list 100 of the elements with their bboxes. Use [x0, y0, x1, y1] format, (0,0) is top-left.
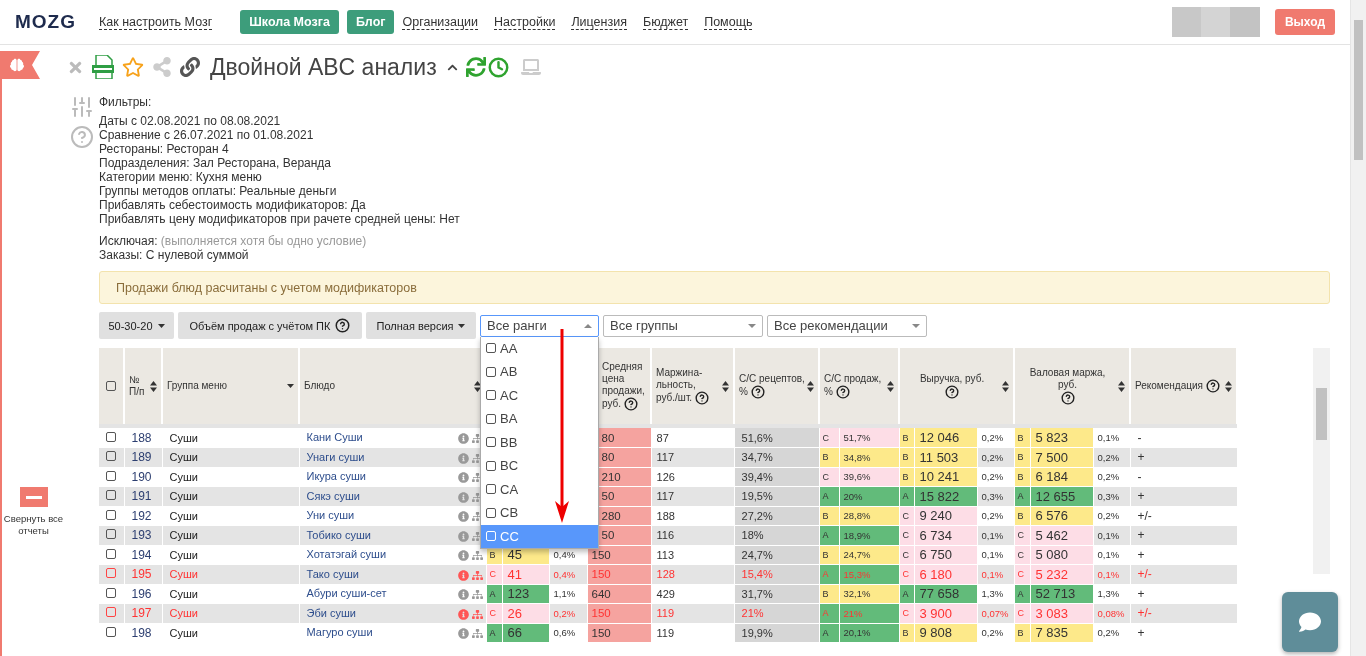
checkbox[interactable]	[106, 451, 116, 462]
checkbox[interactable]	[106, 381, 116, 391]
dish-link[interactable]: Сякэ суши	[306, 489, 360, 502]
info-icon[interactable]	[457, 550, 469, 562]
refresh-icon[interactable]	[465, 57, 486, 77]
dropdown-option[interactable]: CB	[481, 501, 598, 525]
checkbox[interactable]	[106, 490, 116, 501]
checkbox[interactable]	[106, 626, 116, 637]
nav-link[interactable]: Организации	[402, 14, 479, 30]
checkbox[interactable]	[106, 607, 116, 618]
dish-link[interactable]: Тобико суши	[306, 528, 371, 541]
toolbar-button[interactable]: Полная версия	[366, 312, 476, 339]
hierarchy-icon[interactable]	[471, 628, 483, 640]
logo[interactable]: MOZG	[15, 11, 99, 33]
checkbox[interactable]	[486, 366, 496, 377]
column-header[interactable]: С/С продаж, %	[819, 348, 900, 424]
scrollbar[interactable]	[1313, 348, 1330, 574]
help-icon[interactable]	[750, 385, 765, 399]
column-header[interactable]: Рекомендация	[1130, 348, 1238, 424]
hierarchy-icon[interactable]	[471, 569, 483, 581]
checkbox[interactable]	[106, 509, 116, 520]
select-field[interactable]: Все группы	[603, 314, 763, 337]
checkbox[interactable]	[486, 343, 496, 354]
info-icon[interactable]	[457, 472, 469, 484]
hierarchy-icon[interactable]	[471, 472, 483, 484]
column-header[interactable]: № П/п	[124, 348, 162, 424]
help-icon[interactable]	[623, 397, 638, 411]
info-icon[interactable]	[457, 452, 469, 464]
dropdown-option[interactable]: BA	[481, 407, 598, 431]
help-icon[interactable]	[835, 385, 850, 399]
hierarchy-icon[interactable]	[471, 511, 483, 523]
collapse-label[interactable]: Свернуть все отчеты	[3, 513, 64, 537]
select-field[interactable]: Все рекомендации	[767, 314, 927, 337]
help-icon[interactable]	[1205, 379, 1220, 393]
info-icon[interactable]	[457, 589, 469, 601]
nav-link[interactable]: Настройки	[494, 14, 556, 30]
checkbox[interactable]	[486, 413, 496, 424]
sort-icon[interactable]	[150, 380, 157, 392]
sort-icon[interactable]	[887, 380, 895, 392]
checkbox[interactable]	[106, 470, 116, 481]
nav-link[interactable]: Лицензия	[571, 14, 627, 30]
checkbox[interactable]	[486, 390, 496, 401]
scrollbar[interactable]	[1350, 0, 1366, 656]
info-icon[interactable]	[457, 511, 469, 523]
dish-link[interactable]: Хотатэгай суши	[306, 548, 387, 561]
column-header[interactable]: Выручка, руб.	[899, 348, 1015, 424]
hierarchy-icon[interactable]	[471, 452, 483, 464]
clock-icon[interactable]	[487, 56, 509, 78]
minus-icon[interactable]	[19, 487, 48, 507]
select-field[interactable]: Все ранги	[480, 314, 599, 337]
info-icon[interactable]	[457, 530, 469, 542]
hierarchy-icon[interactable]	[471, 433, 483, 444]
dish-link[interactable]: Магуро суши	[306, 626, 373, 639]
checkbox[interactable]	[106, 568, 116, 579]
info-icon[interactable]	[457, 491, 469, 503]
hierarchy-icon[interactable]	[471, 530, 483, 542]
sort-icon[interactable]	[722, 380, 729, 392]
checkbox[interactable]	[106, 431, 116, 442]
checkbox[interactable]	[486, 460, 496, 471]
info-icon[interactable]	[457, 628, 469, 640]
column-header[interactable]: Маржина-льность, руб./шт.	[651, 348, 734, 424]
sort-icon[interactable]	[1002, 380, 1010, 392]
dropdown-option[interactable]: BC	[481, 454, 598, 478]
hierarchy-icon[interactable]	[471, 550, 483, 562]
toolbar-button[interactable]: Объём продаж с учётом ПК	[178, 312, 362, 339]
dish-link[interactable]: Тако суши	[306, 567, 359, 580]
chat-button[interactable]	[1282, 592, 1338, 652]
dish-link[interactable]: Унаги суши	[306, 450, 365, 463]
sort-icon[interactable]	[1225, 380, 1233, 392]
dish-link[interactable]: Уни суши	[306, 509, 355, 522]
help-icon[interactable]	[694, 391, 709, 405]
checkbox[interactable]	[486, 437, 496, 448]
report-tab[interactable]	[0, 51, 40, 79]
sliders-icon[interactable]	[70, 95, 94, 119]
checkbox[interactable]	[486, 507, 496, 518]
column-header[interactable]: С/С рецептов, %	[734, 348, 819, 424]
dish-link[interactable]: Кани Суши	[306, 431, 363, 443]
hierarchy-icon[interactable]	[471, 608, 483, 620]
hierarchy-icon[interactable]	[471, 589, 483, 601]
checkbox[interactable]	[106, 587, 116, 598]
dish-link[interactable]: Эби суши	[306, 606, 356, 619]
toolbar-button[interactable]: 50-30-20	[99, 312, 174, 339]
sort-icon[interactable]	[807, 380, 814, 392]
column-header[interactable]: Валовая маржа, руб.	[1014, 348, 1131, 424]
help-icon[interactable]	[335, 318, 351, 333]
sort-icon[interactable]	[1118, 380, 1126, 392]
nav-link[interactable]: Бюджет	[642, 14, 689, 30]
star-icon[interactable]	[122, 56, 144, 78]
help-icon[interactable]	[1060, 391, 1075, 405]
checkbox[interactable]	[486, 484, 496, 495]
hierarchy-icon[interactable]	[471, 491, 483, 503]
checkbox[interactable]	[106, 529, 116, 540]
dish-link[interactable]: Абури суши-сет	[306, 587, 387, 600]
nav-link[interactable]: Помощь	[704, 14, 753, 30]
nav-link[interactable]: Как настроить Мозг	[99, 14, 213, 30]
checkbox[interactable]	[106, 548, 116, 559]
info-icon[interactable]	[457, 433, 469, 444]
link-icon[interactable]	[180, 57, 200, 77]
info-icon[interactable]	[457, 569, 469, 581]
dish-link[interactable]: Икура суши	[306, 470, 366, 483]
